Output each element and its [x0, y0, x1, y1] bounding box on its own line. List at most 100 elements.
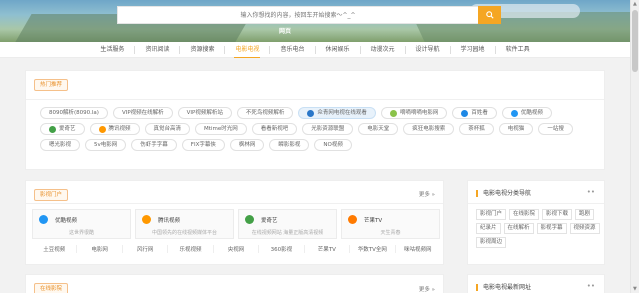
site-tag[interactable]: 一站搜	[538, 123, 573, 135]
youku-icon	[39, 215, 48, 224]
site-tag-label: FIX字幕侠	[190, 142, 216, 148]
sidebar-tag[interactable]: 纪录片	[476, 223, 501, 234]
site-tag[interactable]: NO视频	[314, 139, 352, 151]
site-tag-label: 光影资源联盟	[311, 126, 345, 132]
nav-item[interactable]: 生活服务	[90, 45, 136, 54]
search-input[interactable]	[118, 7, 478, 23]
cinema-more-link[interactable]: 更多 »	[419, 285, 435, 293]
site-tag-label: 枫林网	[238, 142, 256, 148]
nav-item[interactable]: 电影电视	[225, 45, 271, 58]
site-tag[interactable]: 不死鸟视频解析	[236, 107, 294, 119]
sidebar-title: 电影电视分类导航	[476, 190, 531, 197]
site-tag[interactable]: 众青网电视在线观看	[298, 107, 376, 119]
site-tag-label: 腾讯视频	[108, 126, 131, 132]
site-tag[interactable]: 嗯光影视	[40, 139, 81, 151]
category-nav: 生活服务 资讯阅读 资源搜索 电影电视 音乐电台 休闲娱乐 动漫次元 设计导航 学习园地 软件工具	[0, 42, 630, 58]
sidebar-tag[interactable]: 视频资源	[569, 223, 600, 234]
portal-card-desc: 中国领先的在线视频媒体平台	[151, 230, 217, 236]
nav-item[interactable]: 动漫次元	[361, 45, 406, 54]
scroll-up-icon[interactable]: ▲	[633, 1, 637, 7]
search-button[interactable]	[478, 6, 501, 24]
site-tag[interactable]: 5v电影网	[85, 139, 127, 151]
search-icon	[485, 11, 494, 19]
portal-link[interactable]: 咪咕视频网	[396, 245, 440, 253]
site-tag[interactable]: 瞬影影视	[269, 139, 310, 151]
portal-link[interactable]: 芒果TV	[305, 245, 351, 253]
site-tag[interactable]: VIP视频解析站	[177, 107, 232, 119]
sidebar-tag[interactable]: 在线解析	[503, 223, 534, 234]
sidebar-tag[interactable]: 影视下载	[542, 209, 573, 220]
site-tag-label: VIP视频解析站	[186, 110, 223, 116]
portal-card[interactable]: 腾讯视频 中国领先的在线视频媒体平台	[135, 209, 234, 239]
site-tag-label: Mtime时光网	[204, 126, 238, 132]
site-tag[interactable]: 嘀嘀嘀嘀电影网	[380, 107, 448, 119]
more-dots-icon[interactable]: ••	[587, 282, 595, 290]
site-tag-label: 百姓看	[471, 110, 488, 116]
site-tag[interactable]: 爱奇艺	[40, 123, 85, 135]
page-scrollbar[interactable]: ▲ ▼	[630, 0, 639, 293]
site-tag[interactable]: 真觉台高清	[144, 123, 191, 135]
more-dots-icon[interactable]: ••	[587, 188, 595, 196]
portal-link[interactable]: 土豆视频	[32, 245, 78, 253]
nav-item[interactable]: 设计导航	[406, 45, 451, 54]
site-tag[interactable]: VIP视频在线解析	[112, 107, 173, 119]
portal-link[interactable]: 风行网	[123, 245, 169, 253]
hot-recommend-panel: 热门推荐 8090解析(8090.la) VIP视频在线解析 VIP视频解析站 不死鸟…	[25, 70, 605, 170]
portal-more-link[interactable]: 更多 »	[419, 190, 435, 198]
nav-item[interactable]: 音乐电台	[270, 45, 316, 54]
site-tag[interactable]: 优酷视频	[501, 107, 552, 119]
portal-card[interactable]: 优酷视频 这世界很酷	[32, 209, 131, 239]
iqiyi-icon	[245, 215, 254, 224]
sidebar-tag[interactable]: 影视字幕	[536, 223, 567, 234]
site-tag[interactable]: 百姓看	[452, 107, 497, 119]
portal-link[interactable]: 360影视	[259, 245, 305, 253]
sidebar-tag[interactable]: 在线影院	[509, 209, 540, 220]
portal-card[interactable]: 芒果TV 天生青春	[341, 209, 440, 239]
sidebar-tag[interactable]: 跑剧	[575, 209, 595, 220]
site-tag[interactable]: 枫林网	[229, 139, 265, 151]
site-tag[interactable]: 8090解析(8090.la)	[40, 107, 108, 119]
scroll-thumb[interactable]	[632, 10, 638, 72]
site-tag[interactable]: Mtime时光网	[195, 123, 247, 135]
portal-tab-label[interactable]: 影视门户	[34, 189, 69, 201]
nav-item[interactable]: 学习园地	[451, 45, 496, 54]
portal-card-name: 爱奇艺	[261, 218, 278, 224]
site-tag-label: NO视频	[323, 142, 343, 148]
site-tag-label: 看看新视吧	[260, 126, 289, 132]
site-tag-label: 8090解析(8090.la)	[49, 110, 99, 116]
portal-link[interactable]: 乐视视频	[168, 245, 214, 253]
site-tag-label: 优酷视频	[520, 110, 543, 116]
portal-card-name: 优酷视频	[55, 218, 78, 224]
nav-item[interactable]: 资源搜索	[180, 45, 226, 54]
site-tag[interactable]: 伤虾手字幕	[131, 139, 177, 151]
site-tag[interactable]: 看看新视吧	[251, 123, 298, 135]
portal-link[interactable]: 央视网	[214, 245, 260, 253]
hot-tab-label[interactable]: 热门推荐	[34, 79, 69, 91]
site-tag[interactable]: 电影天堂	[358, 123, 399, 135]
sidebar-tag[interactable]: 影视门户	[476, 209, 507, 220]
site-tag[interactable]: 光影资源联盟	[302, 123, 354, 135]
search-engine-label[interactable]: 网页	[279, 26, 291, 35]
site-tag[interactable]: 疯狂电影搜索	[403, 123, 455, 135]
site-tag[interactable]: 腾讯视频	[89, 123, 140, 135]
site-tag-label: VIP视频在线解析	[121, 110, 164, 116]
tencent-video-icon	[98, 125, 106, 133]
site-tag-label: 伤虾手字幕	[140, 142, 168, 148]
scroll-down-icon[interactable]: ▼	[633, 286, 637, 292]
portal-card[interactable]: 爱奇艺 在线视频网站 海量正版高清视频	[238, 209, 337, 239]
sidebar-tag[interactable]: 影视周边	[476, 237, 507, 248]
tencent-video-icon	[142, 215, 151, 224]
film-icon	[389, 109, 397, 117]
site-tag-label: 疯狂电影搜索	[412, 126, 446, 132]
site-tag[interactable]: 茶杯狐	[459, 123, 494, 135]
nav-item[interactable]: 资讯阅读	[135, 45, 181, 54]
nav-item[interactable]: 休闲娱乐	[316, 45, 361, 54]
portal-link[interactable]: 华数TV全网	[350, 245, 396, 253]
cinema-tab-label[interactable]: 在线影院	[34, 283, 69, 293]
site-tag[interactable]: 电视猫	[498, 123, 534, 135]
nav-item[interactable]: 软件工具	[496, 46, 540, 54]
site-tag-label: 茶杯狐	[468, 126, 485, 132]
portal-link[interactable]: 电影网	[77, 245, 123, 253]
video-portal-panel: 影视门户 更多 » 优酷视频 这世界很酷 腾讯视频 中国领先的在线视频媒体平台 爱奇艺在…	[25, 180, 444, 265]
site-tag[interactable]: FIX字幕侠	[181, 139, 225, 151]
